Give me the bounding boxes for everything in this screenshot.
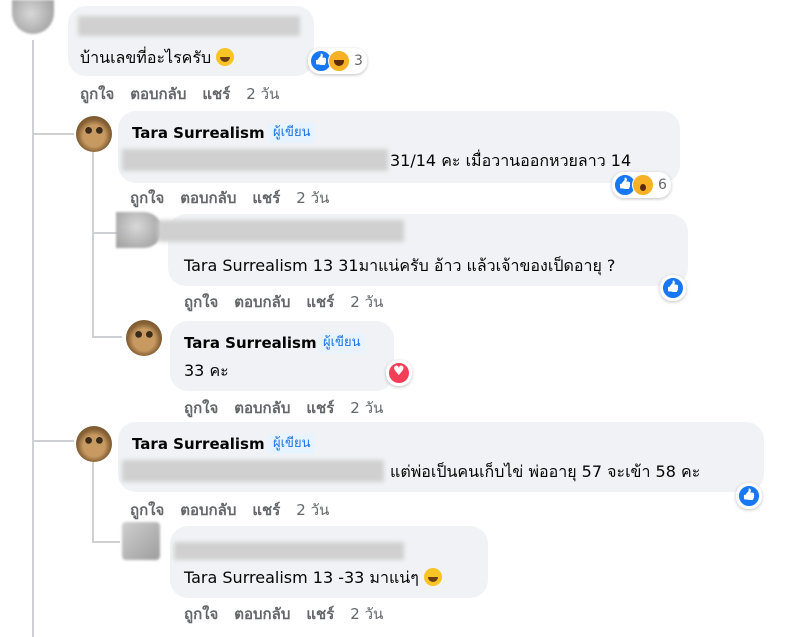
comment-actions: ถูกใจ ตอบกลับ แชร์ 2 วัน <box>130 498 329 522</box>
comment-text: บ้านเลขที่อะไรครับ <box>80 46 235 71</box>
share-button[interactable]: แชร์ <box>306 290 334 314</box>
redacted-name <box>158 220 404 242</box>
author-badge: ผู้เขียน <box>268 123 316 143</box>
share-button[interactable]: แชร์ <box>252 186 280 210</box>
reaction-summary[interactable] <box>386 360 412 386</box>
timestamp[interactable]: 2 วัน <box>246 82 279 106</box>
love-reaction-icon <box>388 362 410 384</box>
avatar[interactable] <box>12 0 54 34</box>
timestamp[interactable]: 2 วัน <box>350 396 383 420</box>
reply-button[interactable]: ตอบกลับ <box>180 498 236 522</box>
comment-bubble: Tara Surrealism ผู้เขียน 31/14 คะ เมื่อว… <box>118 111 680 183</box>
reaction-count: 6 <box>658 177 667 193</box>
like-reaction-icon <box>662 277 684 299</box>
reaction-summary[interactable]: 6 <box>612 172 671 198</box>
redacted-text <box>122 460 384 482</box>
like-button[interactable]: ถูกใจ <box>80 82 114 106</box>
thread-branch <box>92 336 122 338</box>
like-button[interactable]: ถูกใจ <box>130 498 164 522</box>
thread-line <box>32 40 34 637</box>
like-reaction-icon <box>738 485 760 507</box>
reply-button[interactable]: ตอบกลับ <box>130 82 186 106</box>
comment-text: 33 คะ <box>184 361 229 380</box>
reply-button[interactable]: ตอบกลับ <box>234 396 290 420</box>
timestamp[interactable]: 2 วัน <box>296 186 329 210</box>
avatar[interactable] <box>76 116 112 152</box>
thread-line <box>92 152 94 337</box>
thread-branch <box>32 440 74 442</box>
share-button[interactable]: แชร์ <box>306 602 334 626</box>
timestamp[interactable]: 2 วัน <box>296 498 329 522</box>
reaction-summary[interactable] <box>660 275 686 301</box>
haha-reaction-icon <box>328 50 350 72</box>
thread-branch <box>32 133 74 135</box>
like-button[interactable]: ถูกใจ <box>184 290 218 314</box>
redacted-name <box>174 542 404 560</box>
avatar[interactable] <box>116 212 162 248</box>
comment-bubble: Tara Surrealism ผู้เขียน 33 คะ <box>170 321 394 391</box>
smiling-face-icon <box>423 568 442 586</box>
redacted-name <box>78 16 300 36</box>
author-name[interactable]: Tara Surrealism <box>132 124 265 142</box>
redacted-text <box>122 149 388 171</box>
reaction-summary[interactable] <box>736 483 762 509</box>
timestamp[interactable]: 2 วัน <box>350 290 383 314</box>
comment-actions: ถูกใจ ตอบกลับ แชร์ 2 วัน <box>80 82 279 106</box>
author-badge: ผู้เขียน <box>268 434 316 454</box>
grinning-face-icon <box>216 48 235 66</box>
reply-button[interactable]: ตอบกลับ <box>180 186 236 210</box>
comment-text: Tara Surrealism 13 -33 มาแน่ๆ <box>184 566 442 591</box>
comment-text: 31/14 คะ เมื่อวานออกหวยลาว 14 <box>390 151 632 170</box>
comment-text-content: บ้านเลขที่อะไรครับ <box>80 48 212 67</box>
comment-actions: ถูกใจ ตอบกลับ แชร์ 2 วัน <box>184 602 383 626</box>
reply-button[interactable]: ตอบกลับ <box>234 602 290 626</box>
avatar[interactable] <box>76 426 112 462</box>
like-button[interactable]: ถูกใจ <box>184 396 218 420</box>
comment-text: แต่พ่อเป็นคนเก็บไข่ พ่ออายุ 57 จะเข้า 58… <box>390 462 701 481</box>
reaction-count: 3 <box>354 53 363 69</box>
comment-actions: ถูกใจ ตอบกลับ แชร์ 2 วัน <box>130 186 329 210</box>
comment-actions: ถูกใจ ตอบกลับ แชร์ 2 วัน <box>184 290 383 314</box>
share-button[interactable]: แชร์ <box>306 396 334 420</box>
share-button[interactable]: แชร์ <box>252 498 280 522</box>
comment-text-content: Tara Surrealism 13 -33 มาแน่ๆ <box>184 568 419 587</box>
share-button[interactable]: แชร์ <box>202 82 230 106</box>
comment-bubble: Tara Surrealism 13 31มาแน่ครับ อ้าว แล้ว… <box>158 214 688 286</box>
comment-actions: ถูกใจ ตอบกลับ แชร์ 2 วัน <box>184 396 383 420</box>
timestamp[interactable]: 2 วัน <box>350 602 383 626</box>
avatar[interactable] <box>126 320 162 356</box>
reply-button[interactable]: ตอบกลับ <box>234 290 290 314</box>
author-badge: ผู้เขียน <box>318 333 366 353</box>
author-name[interactable]: Tara Surrealism <box>184 334 317 352</box>
thread-line <box>92 462 94 542</box>
reaction-summary[interactable]: 3 <box>308 48 367 74</box>
like-button[interactable]: ถูกใจ <box>184 602 218 626</box>
comment-bubble: บ้านเลขที่อะไรครับ <box>68 6 314 76</box>
avatar[interactable] <box>122 522 160 560</box>
comment-text: Tara Surrealism 13 31มาแน่ครับ อ้าว แล้ว… <box>184 256 616 275</box>
like-button[interactable]: ถูกใจ <box>130 186 164 210</box>
wow-reaction-icon <box>632 174 654 196</box>
thread-branch <box>92 541 120 543</box>
author-name[interactable]: Tara Surrealism <box>132 435 265 453</box>
comment-bubble: Tara Surrealism 13 -33 มาแน่ๆ <box>170 526 488 598</box>
thread-branch <box>92 232 118 234</box>
comment-bubble: Tara Surrealism ผู้เขียน แต่พ่อเป็นคนเก็… <box>118 422 764 492</box>
